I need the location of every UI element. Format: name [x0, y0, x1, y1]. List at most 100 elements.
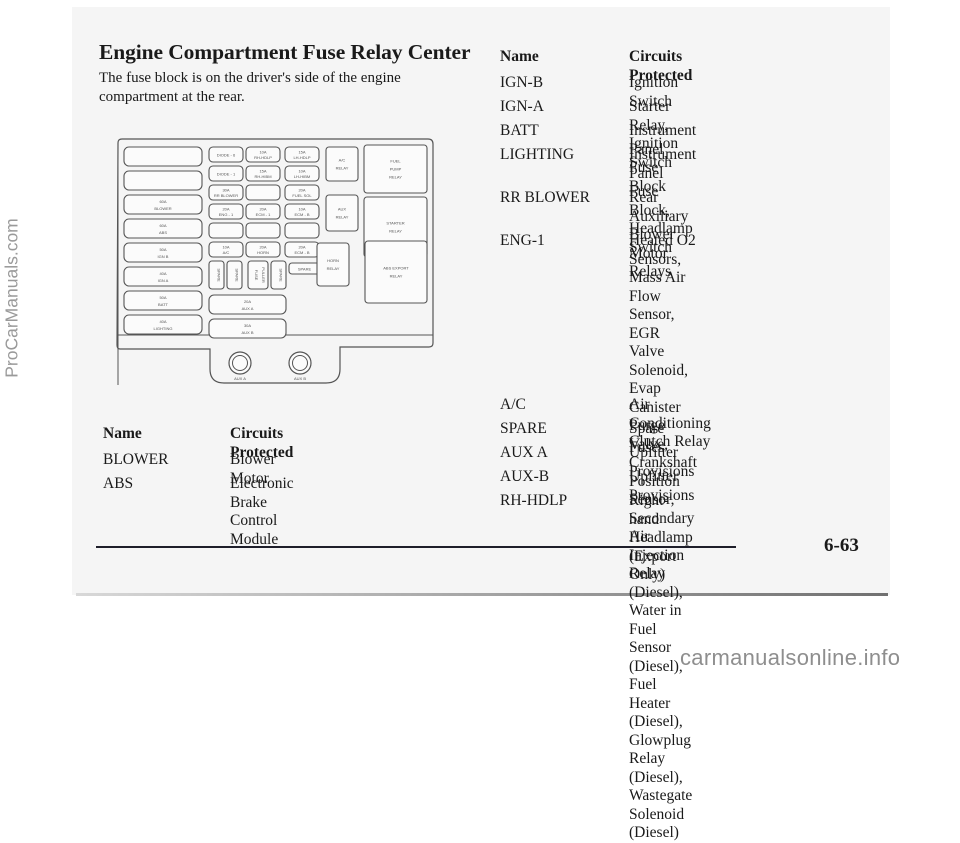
maxi-fuse-slot [123, 266, 203, 287]
fuse-name: IGN-B [500, 74, 544, 91]
fuse-amp-label: 10A [298, 169, 305, 174]
spare-fuse-label: SPARE [279, 268, 284, 282]
relay-label: RELAY [327, 266, 340, 271]
side-watermark-text: ProCarManuals.com [1, 218, 22, 378]
fuse-puller-label: PULLER [261, 267, 266, 283]
fuse-amp-label: 30A [222, 188, 229, 193]
relay-label: PUMP [390, 167, 402, 172]
fuse-name: SPARE [500, 420, 547, 437]
ac-relay [325, 146, 359, 182]
fuse-amp-label: 40A [159, 319, 166, 324]
relay-label: AUX [338, 207, 347, 212]
fuse-name: BATT [500, 122, 539, 139]
fuse-name-label: RH-HDLP [254, 155, 272, 160]
maxi-fuse-slot [123, 194, 203, 215]
fuse-amp-label: 30A [244, 323, 251, 328]
fuse-name: RR BLOWER [500, 189, 590, 206]
aux-relay [325, 194, 359, 232]
fuse-name: ABS [103, 475, 134, 492]
fuse-name-label: ENG - 1 [219, 212, 234, 217]
fuse-name: LIGHTING [500, 146, 575, 163]
fuse-amp-label: 15A [298, 150, 305, 155]
fuse-amp-label: 15A [259, 169, 266, 174]
maxi-fuse-slot [123, 170, 203, 191]
fuse-name-label: ECM - 1 [256, 212, 271, 217]
fuse-name-label: BLOWER [154, 206, 171, 211]
fuse-name-label: IGN B [158, 254, 169, 259]
fuse-name-label: RR BLOWER [214, 193, 238, 198]
relay-label: A/C [339, 158, 346, 163]
maxi-fuse-slot [123, 290, 203, 311]
fuse-name: A/C [500, 396, 526, 413]
mini-fuse-slot [208, 222, 244, 239]
left-table-header-name: Name [103, 425, 142, 442]
horn-relay [316, 242, 350, 287]
side-watermark: ProCarManuals.com [2, 218, 22, 378]
fuse-name: ENG-1 [500, 232, 545, 249]
relay-label: RELAY [389, 229, 402, 234]
page-edge-shadow [76, 593, 888, 596]
fuse-amp-label: 60A [159, 223, 166, 228]
fuse-amp-label: 50A [159, 295, 166, 300]
fuse-block-diagram: 60A BLOWER 60A ABS 50A IGN B 40A IGN A 50A BATT 40… [114, 137, 436, 389]
fuse-name-label: FUEL SOL [292, 193, 312, 198]
fuse-name: BLOWER [103, 451, 169, 468]
fuse-name-label: LH-HIBM [294, 174, 310, 179]
relay-label: RELAY [390, 274, 403, 279]
mini-fuse-slot [245, 184, 281, 201]
relay-label: STARTER [386, 221, 404, 226]
mini-fuse-slot [284, 222, 320, 239]
fuse-name: AUX-B [500, 468, 550, 485]
fuse-amp-label: 20A [298, 188, 305, 193]
spare-label: SPARE [298, 267, 312, 272]
fuse-puller-label: FUSE [254, 270, 259, 281]
relay-label: RELAY [336, 166, 349, 171]
fuse-name-label: RH-HIBM [254, 174, 271, 179]
fuse-name-label: IGN A [158, 278, 169, 283]
fuse-name-label: ECM - B [294, 250, 309, 255]
fuse-amp-label: 10A [298, 207, 305, 212]
page-title: Engine Compartment Fuse Relay Center [99, 40, 471, 64]
intro-paragraph: The fuse block is on the driver's side o… [99, 70, 401, 105]
abs-export-relay [364, 240, 428, 304]
fuse-name-label: AUX B [241, 330, 253, 335]
maxi-fuse-slot [123, 314, 203, 335]
fuse-name: AUX A [500, 444, 548, 461]
fuse-circuits: Electronic Brake Control Module [230, 475, 294, 548]
fuse-amp-label: 20A [259, 245, 266, 250]
aux-fuse-slot [208, 318, 287, 339]
relay-label: RELAY [389, 175, 402, 180]
spare-fuse-label: SPARE [235, 268, 240, 282]
fuse-name-label: ABS [159, 230, 167, 235]
bottom-watermark: carmanualsonline.info [680, 645, 901, 670]
page-number: 6-63 [824, 535, 859, 556]
spare-fuse-label: SPARE [217, 268, 222, 282]
relay-label: FUEL [390, 159, 401, 164]
fuse-circuits: Right-hand Headlamp (Export Only) [629, 492, 693, 583]
relay-label: RELAY [336, 215, 349, 220]
fuse-name-label: LH-HDLP [293, 155, 310, 160]
stud-label: AUX B [294, 376, 306, 381]
stud-label: AUX A [234, 376, 246, 381]
fuse-name-label: HORN [257, 250, 269, 255]
fuse-name: RH-HDLP [500, 492, 568, 509]
fuse-name-label: AUX A [242, 306, 254, 311]
aux-fuse-slot [208, 294, 287, 315]
maxi-fuse-slot [123, 218, 203, 239]
fuse-amp-label: 60A [159, 199, 166, 204]
maxi-fuse-slot [123, 146, 203, 167]
right-table-header-name: Name [500, 48, 539, 65]
fuse-amp-label: 20A [244, 299, 251, 304]
fuse-name-label: DIODE - 6 [217, 153, 236, 158]
fuse-amp-label: 20A [298, 245, 305, 250]
fuse-name-label: DIODE - 1 [217, 172, 236, 177]
fuse-name-label: ECM - B [294, 212, 309, 217]
relay-label: HORN [327, 258, 339, 263]
fuse-amp-label: 10A [259, 150, 266, 155]
fuse-amp-label: 50A [159, 247, 166, 252]
maxi-fuse-slot [123, 242, 203, 263]
fuse-amp-label: 20A [259, 207, 266, 212]
fuse-amp-label: 20A [222, 207, 229, 212]
fuse-block-svg: 60A BLOWER 60A ABS 50A IGN B 40A IGN A 50A BATT 40… [116, 138, 434, 385]
fuse-amp-label: 40A [159, 271, 166, 276]
